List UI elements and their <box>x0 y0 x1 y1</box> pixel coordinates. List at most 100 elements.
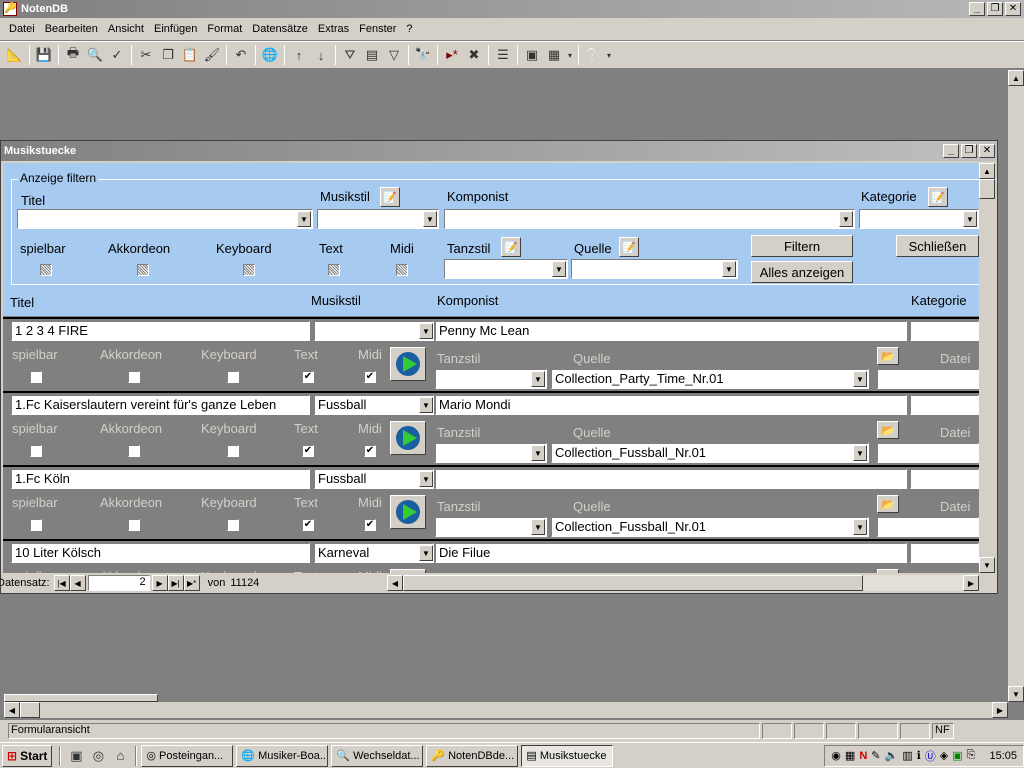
form-close-button[interactable]: ✕ <box>979 144 995 158</box>
undo-icon[interactable]: ↶ <box>230 44 252 66</box>
spielbar-checkbox[interactable] <box>30 519 42 531</box>
filter-spielbar-checkbox[interactable] <box>40 264 52 276</box>
properties-icon[interactable]: ☰ <box>492 44 514 66</box>
chevron-down-icon[interactable]: ▼ <box>552 261 566 277</box>
chevron-down-icon[interactable]: ▼ <box>531 371 545 387</box>
spielbar-checkbox[interactable] <box>30 445 42 457</box>
chevron-down-icon[interactable]: ▼ <box>531 445 545 461</box>
format-painter-icon[interactable]: 🖌 <box>201 44 223 66</box>
scroll-up-icon[interactable]: ▲ <box>1008 70 1024 86</box>
midi-checkbox[interactable] <box>364 371 376 383</box>
filter-quelle-combo[interactable]: ▼ <box>571 259 738 279</box>
quicklaunch-outlook-icon[interactable]: ◎ <box>87 745 109 767</box>
form-vertical-scrollbar[interactable]: ▲ ▼ <box>979 163 995 573</box>
menu-help[interactable]: ? <box>401 23 417 35</box>
chevron-down-icon[interactable]: ▼ <box>419 397 433 413</box>
task-musiker-board[interactable]: 🌐 Musiker-Boa... <box>236 744 329 767</box>
filter-keyboard-checkbox[interactable] <box>243 264 255 276</box>
scroll-right-icon[interactable]: ▶ <box>963 575 979 591</box>
kategorie-field[interactable] <box>910 543 979 563</box>
chevron-down-icon[interactable]: ▼ <box>297 211 311 227</box>
scroll-up-icon[interactable]: ▲ <box>979 163 995 179</box>
titel-field[interactable]: 1.Fc Köln <box>11 469 310 489</box>
first-record-icon[interactable]: |◀ <box>53 575 70 591</box>
schliessen-button[interactable]: Schließen <box>896 235 979 257</box>
prev-record-icon[interactable]: ◀ <box>69 575 86 591</box>
play-midi-button[interactable] <box>390 495 426 529</box>
new-record-icon[interactable]: ▸* <box>441 44 463 66</box>
keyboard-checkbox[interactable] <box>227 445 239 457</box>
kategorie-field[interactable] <box>910 321 979 341</box>
task-notendb[interactable]: 🔑 NotenDBde... <box>426 744 519 767</box>
cut-icon[interactable]: ✂ <box>135 44 157 66</box>
toolbar-options-icon[interactable]: ▾ <box>604 44 614 66</box>
edit-musikstil-icon[interactable]: 📝 <box>380 187 400 207</box>
text-checkbox[interactable] <box>302 519 314 531</box>
komponist-field[interactable]: Penny Mc Lean <box>435 321 907 341</box>
filter-akkordeon-checkbox[interactable] <box>137 264 149 276</box>
form-maximize-button[interactable]: ❐ <box>961 144 977 158</box>
menu-einfuegen[interactable]: Einfügen <box>149 23 202 35</box>
print-icon[interactable]: 🖶 <box>62 44 84 66</box>
menu-extras[interactable]: Extras <box>313 23 354 35</box>
komponist-field[interactable] <box>435 469 907 489</box>
chevron-down-icon[interactable]: ▼ <box>853 371 867 387</box>
task-musikstuecke[interactable]: ▤ Musikstuecke <box>521 744 614 767</box>
paste-icon[interactable]: 📋 <box>179 44 201 66</box>
print-preview-icon[interactable]: 🔍 <box>84 44 106 66</box>
menu-ansicht[interactable]: Ansicht <box>103 23 149 35</box>
spellcheck-icon[interactable]: ✓ <box>106 44 128 66</box>
titel-field[interactable]: 10 Liter Kölsch <box>11 543 310 563</box>
tray-app-icon[interactable]: ▦ <box>845 749 855 762</box>
sort-ascending-icon[interactable]: ↑ <box>288 44 310 66</box>
midi-checkbox[interactable] <box>364 519 376 531</box>
scroll-down-icon[interactable]: ▼ <box>979 557 995 573</box>
start-button[interactable]: ⊞ Start <box>2 744 53 767</box>
play-midi-button[interactable] <box>390 421 426 455</box>
musikstil-combo[interactable] <box>314 321 434 341</box>
filter-komponist-combo[interactable]: ▼ <box>444 209 855 229</box>
spielbar-checkbox[interactable] <box>30 371 42 383</box>
quicklaunch-desktop-icon[interactable]: ▣ <box>65 745 87 767</box>
open-folder-icon[interactable]: 📂 <box>877 495 899 513</box>
task-wechseldat[interactable]: 🔍 Wechseldat... <box>331 744 424 767</box>
tanzstil-combo[interactable]: ▼ <box>435 443 547 463</box>
new-record-nav-icon[interactable]: ▶* <box>183 575 200 591</box>
restore-button[interactable]: ❐ <box>987 2 1003 16</box>
edit-kategorie-icon[interactable]: 📝 <box>928 187 948 207</box>
open-folder-icon[interactable]: 📂 <box>877 347 899 365</box>
menu-fenster[interactable]: Fenster <box>354 23 401 35</box>
midi-checkbox[interactable] <box>364 445 376 457</box>
scroll-right-icon[interactable]: ▶ <box>992 702 1008 718</box>
chevron-down-icon[interactable]: ▼ <box>419 545 433 561</box>
chevron-down-icon[interactable]: ▼ <box>853 445 867 461</box>
chevron-down-icon[interactable]: ▼ <box>839 211 853 227</box>
database-window-icon[interactable]: ▣ <box>521 44 543 66</box>
last-record-icon[interactable]: ▶| <box>167 575 184 591</box>
chevron-down-icon[interactable]: ▼ <box>531 519 545 535</box>
find-icon[interactable]: 🔭 <box>412 44 434 66</box>
chevron-down-icon[interactable]: ▼ <box>423 211 437 227</box>
musikstil-combo[interactable]: Fussball <box>314 469 434 489</box>
tray-app-icon[interactable]: ◉ <box>831 749 841 762</box>
form-minimize-button[interactable]: _ <box>943 144 959 158</box>
tray-app-icon[interactable]: ✎ <box>871 749 880 762</box>
new-object-icon[interactable]: ▦ <box>543 44 565 66</box>
text-checkbox[interactable] <box>302 371 314 383</box>
clock[interactable]: 15:05 <box>989 750 1017 762</box>
datei-field[interactable] <box>877 517 979 537</box>
filter-tanzstil-combo[interactable]: ▼ <box>444 259 568 279</box>
filter-midi-checkbox[interactable] <box>396 264 408 276</box>
tray-app-icon[interactable]: N <box>859 750 867 762</box>
komponist-field[interactable]: Mario Mondi <box>435 395 907 415</box>
scroll-thumb[interactable] <box>20 702 40 718</box>
text-checkbox[interactable] <box>302 445 314 457</box>
akkordeon-checkbox[interactable] <box>128 445 140 457</box>
edit-tanzstil-icon[interactable]: 📝 <box>501 237 521 257</box>
open-folder-icon[interactable]: 📂 <box>877 421 899 439</box>
task-posteingang[interactable]: ◎ Posteingan... <box>141 744 234 767</box>
tray-app-icon[interactable]: ▥ <box>902 749 912 762</box>
delete-record-icon[interactable]: ✖ <box>463 44 485 66</box>
tray-app-icon[interactable]: ℹ <box>917 749 921 762</box>
record-number-field[interactable]: 2 <box>87 575 150 591</box>
